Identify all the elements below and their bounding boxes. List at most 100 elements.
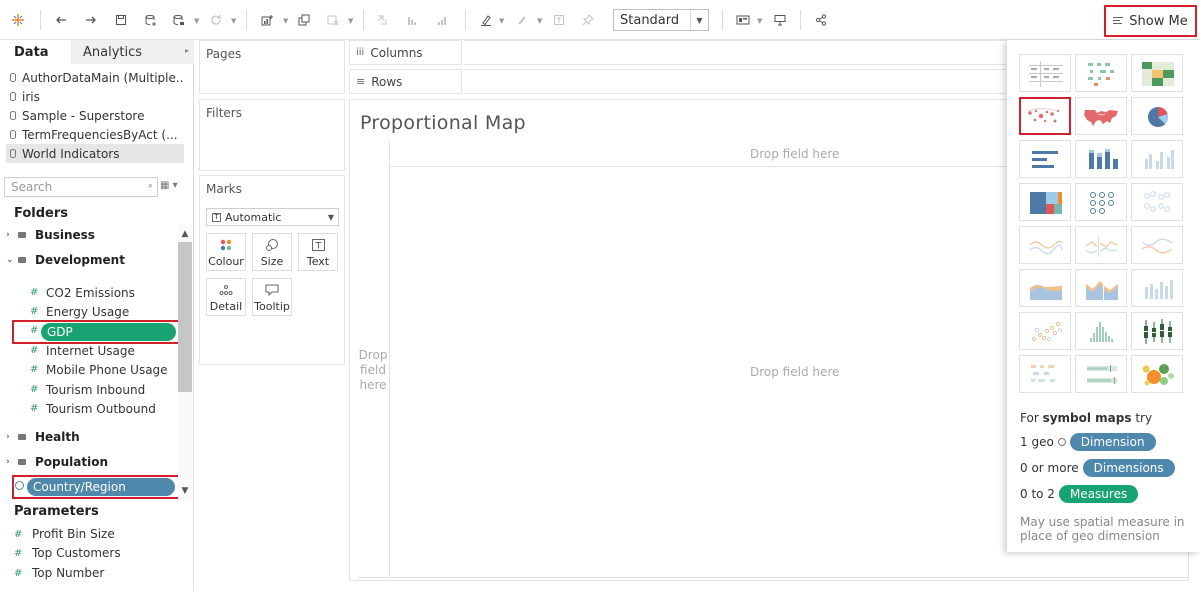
- treemap-chart-icon[interactable]: [1019, 183, 1071, 221]
- side-by-side-circles-chart-icon[interactable]: [1131, 183, 1183, 221]
- area-discrete-chart-icon[interactable]: [1075, 269, 1127, 307]
- refresh-icon[interactable]: [207, 0, 225, 40]
- columns-drop-area[interactable]: [464, 40, 1009, 65]
- highlight-table-chart-icon[interactable]: [1131, 54, 1183, 92]
- highlight-icon[interactable]: [477, 0, 495, 40]
- field-mobile-phone-usage[interactable]: # Mobile Phone Usage: [30, 360, 168, 379]
- dual-combination-chart-icon[interactable]: [1131, 269, 1183, 307]
- scrollbar-thumb[interactable]: [178, 242, 192, 392]
- folder-health[interactable]: › Health: [6, 430, 80, 444]
- rows-drop-area[interactable]: [464, 69, 1009, 94]
- folder-business[interactable]: › Business: [6, 228, 95, 242]
- field-tourism-outbound[interactable]: # Tourism Outbound: [30, 399, 156, 418]
- chevron-down-icon[interactable]: ▼: [537, 17, 542, 25]
- folder-development[interactable]: ⌄ Development: [6, 253, 125, 267]
- sort-ascending-icon[interactable]: [403, 0, 421, 40]
- chevron-down-icon[interactable]: ▼: [348, 17, 353, 25]
- tableau-logo-icon[interactable]: [8, 0, 28, 40]
- view-size-select[interactable]: Standard ▼: [613, 9, 709, 31]
- field-search-input[interactable]: Search ⌕: [4, 177, 158, 197]
- view-options-icon[interactable]: ▦ ▾: [160, 180, 178, 191]
- redo-icon[interactable]: [82, 0, 100, 40]
- chevron-down-icon[interactable]: ▼: [757, 17, 762, 25]
- pause-updates-icon[interactable]: [170, 0, 188, 40]
- symbol-map-chart-icon[interactable]: [1019, 97, 1071, 135]
- field-energy-usage[interactable]: # Energy Usage: [30, 302, 129, 321]
- histogram-chart-icon[interactable]: [1075, 312, 1127, 350]
- show-mark-labels-icon[interactable]: [550, 0, 568, 40]
- clear-sheet-icon[interactable]: [324, 0, 342, 40]
- show-me-button[interactable]: Show Me: [1104, 5, 1197, 37]
- worksheet-title[interactable]: Proportional Map: [360, 112, 526, 134]
- detail-button[interactable]: Detail: [206, 278, 246, 316]
- presentation-mode-icon[interactable]: [771, 0, 789, 40]
- chevron-down-icon[interactable]: ▼: [231, 17, 236, 25]
- lines-discrete-chart-icon[interactable]: [1075, 226, 1127, 264]
- chevron-down-icon[interactable]: ▼: [194, 17, 199, 25]
- data-source-item[interactable]: Sample - Superstore: [6, 106, 184, 125]
- pane-menu-icon[interactable]: ▸: [185, 46, 189, 55]
- filters-card[interactable]: Filters: [199, 99, 345, 171]
- field-co2-emissions[interactable]: # CO2 Emissions: [30, 283, 135, 302]
- group-members-icon[interactable]: [512, 0, 530, 40]
- pie-chart-icon[interactable]: [1131, 97, 1183, 135]
- tab-analytics[interactable]: Analytics ▸: [71, 40, 194, 64]
- share-icon[interactable]: [812, 0, 830, 40]
- pages-card[interactable]: Pages: [199, 40, 345, 94]
- chevron-down-icon[interactable]: ▼: [499, 17, 504, 25]
- text-table-chart-icon[interactable]: [1019, 54, 1071, 92]
- scroll-down-icon[interactable]: ▼: [178, 483, 192, 499]
- show-cards-icon[interactable]: [734, 0, 752, 40]
- heat-map-chart-icon[interactable]: [1075, 54, 1127, 92]
- data-source-item[interactable]: TermFrequenciesByAct (...: [6, 125, 184, 144]
- new-worksheet-icon[interactable]: [258, 0, 276, 40]
- dual-lines-chart-icon[interactable]: [1131, 226, 1183, 264]
- parameter-item[interactable]: # Top Number: [14, 566, 104, 580]
- data-source-item[interactable]: iris: [6, 87, 184, 106]
- filters-title: Filters: [206, 106, 242, 120]
- tab-data[interactable]: Data: [0, 40, 71, 64]
- columns-drop-zone[interactable]: Drop field here: [750, 147, 839, 161]
- columns-shelf[interactable]: iii Columns: [349, 40, 1009, 65]
- duplicate-sheet-icon[interactable]: [295, 0, 313, 40]
- stacked-bars-chart-icon[interactable]: [1075, 140, 1127, 178]
- filled-map-chart-icon[interactable]: [1075, 97, 1127, 135]
- swap-rows-columns-icon[interactable]: [373, 0, 391, 40]
- packed-bubbles-chart-icon[interactable]: [1131, 355, 1183, 393]
- chevron-down-icon[interactable]: ▼: [690, 10, 708, 30]
- data-source-item-selected[interactable]: World Indicators: [6, 144, 184, 163]
- rows-shelf[interactable]: ≡ Rows: [349, 69, 1009, 94]
- dimensions-pill: Dimensions: [1082, 459, 1175, 477]
- side-by-side-bars-chart-icon[interactable]: [1131, 140, 1183, 178]
- view-drop-zone[interactable]: Drop field here: [750, 365, 839, 379]
- mark-type-select[interactable]: T Automatic ▼: [206, 208, 339, 226]
- tooltip-button[interactable]: Tooltip: [252, 278, 292, 316]
- bullet-graph-chart-icon[interactable]: [1075, 355, 1127, 393]
- box-and-whisker-chart-icon[interactable]: [1131, 312, 1183, 350]
- circle-views-chart-icon[interactable]: [1075, 183, 1127, 221]
- lines-continuous-chart-icon[interactable]: [1019, 226, 1071, 264]
- data-source-item[interactable]: AuthorDataMain (Multiple...: [6, 68, 184, 87]
- parameter-item[interactable]: # Profit Bin Size: [14, 527, 115, 541]
- field-internet-usage[interactable]: # Internet Usage: [30, 341, 135, 360]
- chevron-down-icon[interactable]: ▼: [283, 17, 288, 25]
- folders-heading: Folders: [14, 206, 69, 221]
- scroll-up-icon[interactable]: ▲: [178, 226, 192, 242]
- rows-drop-zone[interactable]: Drop field here: [358, 348, 388, 393]
- parameter-item[interactable]: # Top Customers: [14, 546, 121, 560]
- sort-descending-icon[interactable]: [433, 0, 451, 40]
- chevron-down-icon[interactable]: ▼: [328, 213, 334, 222]
- size-button[interactable]: Size: [252, 233, 292, 271]
- undo-icon[interactable]: [52, 0, 70, 40]
- colour-button[interactable]: Colour: [206, 233, 246, 271]
- new-data-source-icon[interactable]: [142, 0, 160, 40]
- folder-population[interactable]: › Population: [6, 455, 108, 469]
- fix-axes-pin-icon[interactable]: [579, 0, 597, 40]
- area-continuous-chart-icon[interactable]: [1019, 269, 1071, 307]
- field-tourism-inbound[interactable]: # Tourism Inbound: [30, 380, 145, 399]
- scatter-plot-chart-icon[interactable]: [1019, 312, 1071, 350]
- text-button[interactable]: Text: [298, 233, 338, 271]
- save-icon[interactable]: [112, 0, 130, 40]
- gantt-chart-icon[interactable]: [1019, 355, 1071, 393]
- horizontal-bars-chart-icon[interactable]: [1019, 140, 1071, 178]
